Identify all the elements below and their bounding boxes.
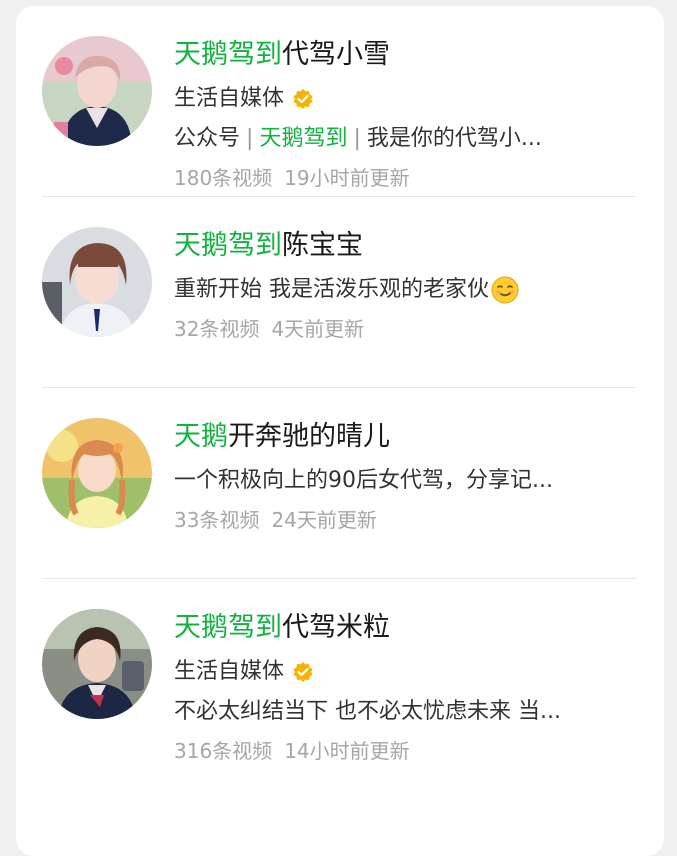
desc-highlight: 天鹅驾到 xyxy=(259,126,348,151)
account-description: 重新开始 我是活泼乐观的老家伙 xyxy=(174,275,634,305)
account-meta: 316条视频 14小时前更新 xyxy=(174,737,636,765)
desc-suffix: 我是你的代驾小... xyxy=(366,126,542,151)
name-rest: 代驾米粒 xyxy=(282,612,390,643)
update-time: 24天前更新 xyxy=(271,508,377,532)
separator: | xyxy=(353,126,361,151)
desc-prefix: 公众号 xyxy=(174,126,241,151)
account-meta: 32条视频 4天前更新 xyxy=(174,315,636,343)
verified-badge-icon xyxy=(293,89,313,109)
desc-text: 重新开始 我是活泼乐观的老家伙 xyxy=(174,277,489,302)
name-rest: 开奔驰的晴儿 xyxy=(228,421,390,452)
account-name[interactable]: 天鹅驾到代驾小雪 xyxy=(174,36,636,74)
update-time: 19小时前更新 xyxy=(284,166,410,190)
avatar-image xyxy=(42,609,152,719)
account-name[interactable]: 天鹅驾到代驾米粒 xyxy=(174,609,636,647)
name-rest: 陈宝宝 xyxy=(282,230,363,261)
avatar-image xyxy=(42,36,152,146)
name-highlight: 天鹅 xyxy=(174,421,228,452)
name-rest: 代驾小雪 xyxy=(282,39,390,70)
account-category: 生活自媒体 xyxy=(174,657,634,687)
name-highlight: 天鹅驾到 xyxy=(174,39,282,70)
account-meta: 180条视频 19小时前更新 xyxy=(174,164,636,192)
account-meta: 33条视频 24天前更新 xyxy=(174,506,636,534)
account-info: 天鹅驾到代驾米粒 生活自媒体 不必太纠结当下 也不必太忧虑未来 当... 316… xyxy=(174,609,636,765)
account-name[interactable]: 天鹅驾到陈宝宝 xyxy=(174,227,636,265)
account-description: 一个积极向上的90后女代驾，分享记... xyxy=(174,466,634,496)
avatar[interactable] xyxy=(42,36,152,146)
smirk-emoji-icon xyxy=(491,276,519,304)
desc-text: 一个积极向上的90后女代驾，分享记... xyxy=(174,468,553,493)
name-highlight: 天鹅驾到 xyxy=(174,612,282,643)
video-count: 32条视频 xyxy=(174,317,260,341)
category-label: 生活自媒体 xyxy=(174,659,285,684)
update-time: 4天前更新 xyxy=(271,317,365,341)
account-row[interactable]: 天鹅驾到陈宝宝 重新开始 我是活泼乐观的老家伙 32条视频 4天前更新 xyxy=(42,197,636,388)
account-info: 天鹅驾到代驾小雪 生活自媒体 公众号 | 天鹅驾到 | 我是你的代驾小... 180条视… xyxy=(174,36,636,192)
account-info: 天鹅开奔驰的晴儿 一个积极向上的90后女代驾，分享记... 33条视频 24天前更… xyxy=(174,418,636,534)
account-description: 公众号 | 天鹅驾到 | 我是你的代驾小... xyxy=(174,124,634,154)
verified-badge-icon xyxy=(293,662,313,682)
video-count: 180条视频 xyxy=(174,166,273,190)
account-description: 不必太纠结当下 也不必太忧虑未来 当... xyxy=(174,697,634,727)
account-info: 天鹅驾到陈宝宝 重新开始 我是活泼乐观的老家伙 32条视频 4天前更新 xyxy=(174,227,636,343)
avatar-image xyxy=(42,418,152,528)
account-list-card: 天鹅驾到代驾小雪 生活自媒体 公众号 | 天鹅驾到 | 我是你的代驾小... 180条视… xyxy=(16,6,664,856)
account-name[interactable]: 天鹅开奔驰的晴儿 xyxy=(174,418,636,456)
account-category: 生活自媒体 xyxy=(174,84,634,114)
desc-text: 不必太纠结当下 也不必太忧虑未来 当... xyxy=(174,699,561,724)
category-label: 生活自媒体 xyxy=(174,86,285,111)
video-count: 316条视频 xyxy=(174,739,273,763)
avatar[interactable] xyxy=(42,609,152,719)
update-time: 14小时前更新 xyxy=(284,739,410,763)
avatar[interactable] xyxy=(42,227,152,337)
avatar-image xyxy=(42,227,152,337)
avatar[interactable] xyxy=(42,418,152,528)
account-row[interactable]: 天鹅驾到代驾小雪 生活自媒体 公众号 | 天鹅驾到 | 我是你的代驾小... 180条视… xyxy=(42,6,636,197)
account-row[interactable]: 天鹅开奔驰的晴儿 一个积极向上的90后女代驾，分享记... 33条视频 24天前更… xyxy=(42,388,636,579)
name-highlight: 天鹅驾到 xyxy=(174,230,282,261)
separator: | xyxy=(246,126,254,151)
video-count: 33条视频 xyxy=(174,508,260,532)
account-row[interactable]: 天鹅驾到代驾米粒 生活自媒体 不必太纠结当下 也不必太忧虑未来 当... 316… xyxy=(42,579,636,769)
